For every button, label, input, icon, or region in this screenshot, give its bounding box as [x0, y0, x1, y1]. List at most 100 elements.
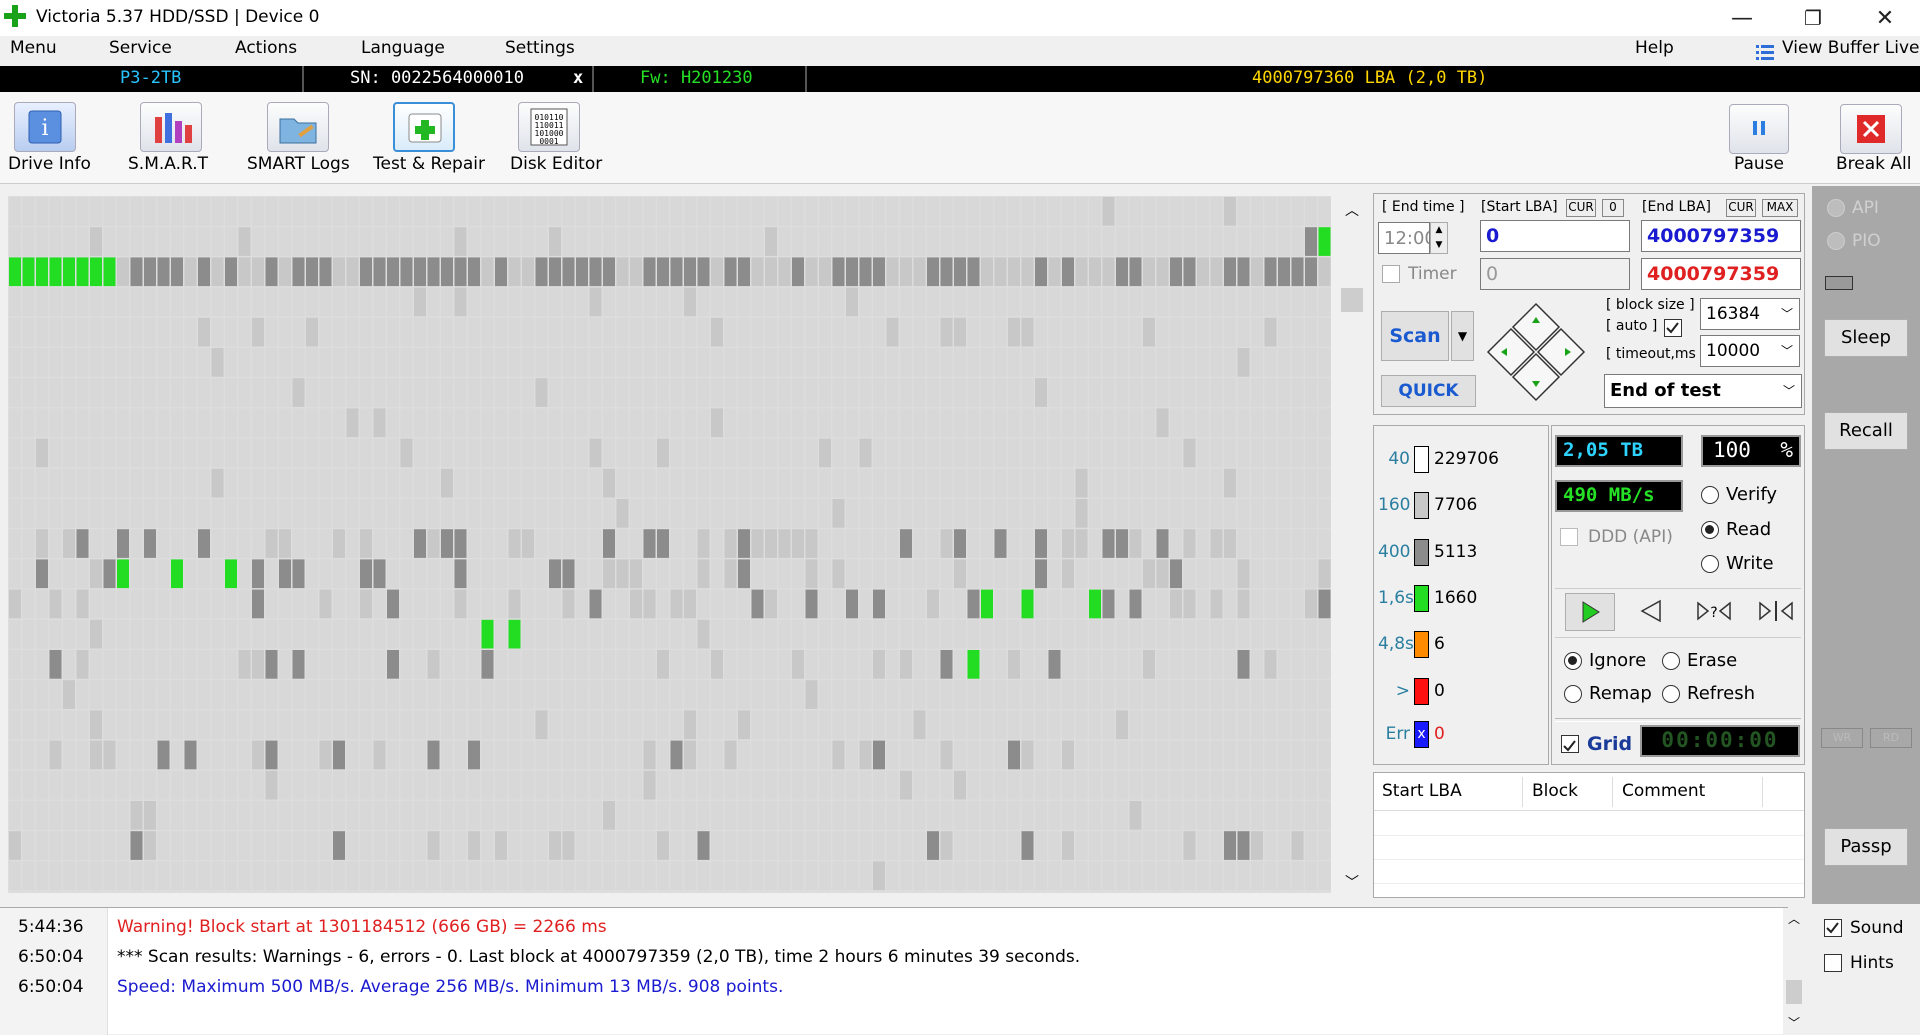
- timer-checkbox[interactable]: Timer: [1382, 264, 1457, 284]
- end-lba-max-button[interactable]: MAX: [1762, 199, 1798, 217]
- smart-logs-button[interactable]: SMART Logs: [245, 92, 355, 184]
- close-device-button[interactable]: x: [573, 68, 583, 88]
- window-title: Victoria 5.37 HDD/SSD | Device 0: [36, 7, 320, 27]
- start-lba-cur-button[interactable]: CUR: [1566, 199, 1596, 217]
- drive-serial: SN: 0022564000010: [350, 68, 524, 88]
- sound-checkbox[interactable]: Sound: [1824, 918, 1904, 938]
- end-of-test-select[interactable]: End of test ﹀: [1604, 374, 1802, 408]
- end-lba-input[interactable]: [1641, 220, 1801, 252]
- api-radio[interactable]: API: [1827, 198, 1879, 218]
- skip-end-button[interactable]: [1751, 593, 1801, 631]
- rewind-button[interactable]: [1627, 593, 1677, 631]
- timer-checkbox-box[interactable]: [1382, 265, 1400, 283]
- log-scrollbar[interactable]: ︿ ﹀: [1783, 908, 1805, 1035]
- timeout-select[interactable]: 10000 ﹀: [1700, 335, 1800, 367]
- grid-scrollbar[interactable]: ︿ ﹀: [1335, 196, 1370, 893]
- pause-button[interactable]: Pause: [1720, 92, 1798, 184]
- scroll-up-icon[interactable]: ︿: [1345, 200, 1359, 220]
- scan-dropdown-button[interactable]: ▼: [1451, 311, 1474, 361]
- percent-display: 100%: [1701, 435, 1801, 467]
- grid-checkbox[interactable]: Grid: [1561, 733, 1632, 755]
- break-all-button[interactable]: Break All: [1832, 92, 1916, 184]
- disk-editor-button[interactable]: 010110 110011 101000 0001 Disk Editor: [508, 92, 608, 184]
- scroll-thumb[interactable]: [1786, 980, 1802, 1004]
- log-message: Warning! Block start at 1301184512 (666 …: [117, 917, 607, 937]
- hints-checkbox[interactable]: Hints: [1824, 953, 1894, 973]
- menu-item-menu[interactable]: Menu: [10, 38, 57, 58]
- start-lba-zero-button[interactable]: 0: [1602, 199, 1624, 217]
- timeout-label: [ timeout,ms ]: [1606, 346, 1706, 362]
- log-time: 5:44:36: [18, 917, 84, 937]
- scan-grid: [8, 196, 1331, 893]
- drive-info-button[interactable]: i Drive Info: [8, 92, 96, 184]
- sleep-button[interactable]: Sleep: [1824, 319, 1908, 357]
- col-start-lba[interactable]: Start LBA: [1382, 781, 1462, 801]
- ignore-radio[interactable]: Ignore: [1564, 650, 1646, 671]
- view-buffer-live-link[interactable]: View Buffer Live: [1782, 38, 1919, 58]
- menu-item-service[interactable]: Service: [109, 38, 172, 58]
- end-time-spinner[interactable]: ▲ ▼: [1430, 222, 1448, 254]
- scroll-down-icon[interactable]: ﹀: [1345, 872, 1359, 892]
- recall-button[interactable]: Recall: [1824, 412, 1908, 450]
- ddd-api-checkbox[interactable]: DDD (API): [1560, 527, 1673, 547]
- smart-button[interactable]: S.M.A.R.T: [128, 92, 216, 184]
- rd-indicator: RD: [1870, 728, 1912, 748]
- log-panel: 5:44:36 Warning! Block start at 130118451…: [0, 907, 1805, 1035]
- passp-button[interactable]: Passp: [1824, 828, 1908, 866]
- medical-kit-icon: [393, 102, 455, 152]
- end-lba-cur-button[interactable]: CUR: [1726, 199, 1756, 217]
- drive-firmware: Fw: H201230: [640, 68, 753, 88]
- navigation-pad[interactable]: [1486, 302, 1586, 402]
- menu-item-language[interactable]: Language: [361, 38, 445, 58]
- log-time: 6:50:04: [18, 947, 84, 967]
- write-radio[interactable]: Write: [1701, 553, 1774, 574]
- legend-row: 1,6s 1660: [1378, 580, 1477, 616]
- menu-item-actions[interactable]: Actions: [235, 38, 297, 58]
- menu-item-help[interactable]: Help: [1635, 38, 1674, 58]
- block-size-select[interactable]: 16384 ﹀: [1700, 298, 1800, 330]
- minimize-button[interactable]: —: [1713, 0, 1771, 36]
- seek-unknown-button[interactable]: ?: [1689, 593, 1739, 631]
- quick-button[interactable]: QUICK: [1381, 375, 1476, 407]
- log-time: 6:50:04: [18, 977, 84, 997]
- scroll-thumb[interactable]: [1341, 288, 1363, 312]
- playback-controls: ?: [1555, 588, 1801, 638]
- col-block[interactable]: Block: [1532, 781, 1578, 801]
- folder-edit-icon: [267, 102, 329, 152]
- pio-radio[interactable]: PIO: [1827, 231, 1881, 251]
- drive-capacity: 4000797360 LBA (2,0 TB): [1252, 68, 1488, 88]
- menu-item-settings[interactable]: Settings: [505, 38, 575, 58]
- end-time-label: [ End time ]: [1382, 199, 1465, 215]
- auto-checkbox[interactable]: [1664, 319, 1682, 337]
- close-button[interactable]: ✕: [1856, 0, 1914, 36]
- auto-label: [ auto ]: [1606, 318, 1658, 334]
- app-logo-icon: [4, 5, 26, 27]
- start-lba-input[interactable]: [1480, 220, 1630, 252]
- results-table-header: Start LBA Block Comment: [1374, 773, 1804, 811]
- verify-radio[interactable]: Verify: [1701, 484, 1777, 505]
- elapsed-timer-display: 00:00:00: [1640, 725, 1800, 757]
- menu-bar: Menu Service Actions Language Settings H…: [0, 36, 1920, 66]
- scan-button[interactable]: Scan: [1381, 311, 1449, 361]
- right-sidebar: API PIO Sleep Recall WR RD Passp: [1812, 186, 1920, 904]
- test-repair-button[interactable]: Test & Repair: [371, 92, 487, 184]
- svg-text:?: ?: [1710, 605, 1717, 621]
- restore-button[interactable]: ❐: [1784, 0, 1842, 36]
- legend-row: Err x 0: [1378, 716, 1445, 752]
- legend-swatch: [1414, 630, 1429, 658]
- legend-swatch: [1414, 491, 1429, 519]
- log-message: *** Scan results: Warnings - 6, errors -…: [117, 947, 1081, 967]
- scroll-down-icon[interactable]: ﹀: [1788, 1014, 1800, 1031]
- erase-radio[interactable]: Erase: [1662, 650, 1737, 671]
- end-time-input[interactable]: [1378, 222, 1430, 254]
- legend-swatch: x: [1414, 720, 1429, 748]
- play-button[interactable]: [1565, 593, 1615, 631]
- col-comment[interactable]: Comment: [1622, 781, 1705, 801]
- refresh-radio[interactable]: Refresh: [1662, 683, 1755, 704]
- info-icon: i: [14, 102, 76, 152]
- remap-radio[interactable]: Remap: [1564, 683, 1652, 704]
- legend-swatch: [1414, 677, 1429, 705]
- scroll-up-icon[interactable]: ︿: [1788, 910, 1800, 927]
- read-radio[interactable]: Read: [1701, 519, 1771, 540]
- scanned-size-display: 2,05 TB: [1555, 435, 1683, 467]
